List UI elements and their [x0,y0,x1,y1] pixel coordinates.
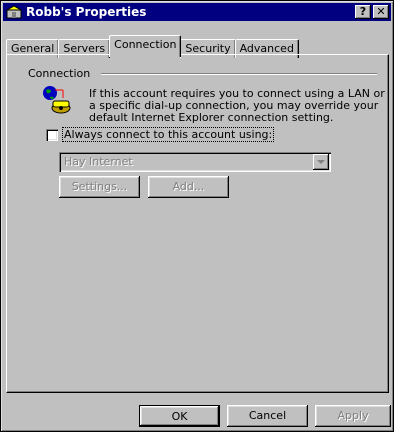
settings-button[interactable]: Settings... [59,176,140,198]
chevron-down-icon[interactable] [313,154,329,170]
tab-connection[interactable]: Connection [109,35,182,57]
add-button[interactable]: Add... [148,176,229,198]
connection-group-label: Connection [28,67,95,80]
mail-account-icon [5,5,23,19]
cancel-button[interactable]: Cancel [227,405,308,427]
connection-description: If this account requires you to connect … [89,87,385,124]
network-globe-icon [41,84,73,116]
tab-strip: General Servers Connection Security Adva… [6,34,299,58]
ok-button[interactable]: OK [139,405,220,427]
apply-button[interactable]: Apply [315,405,391,427]
title-bar[interactable]: Robb's Properties ? ✕ [3,3,391,21]
dialup-connection-select[interactable]: Hay Internet [59,152,331,172]
close-button[interactable]: ✕ [373,5,389,19]
group-divider [101,73,377,75]
help-button[interactable]: ? [355,5,371,19]
properties-window: Robb's Properties ? ✕ General Servers Co… [0,0,394,432]
dialup-connection-value: Hay Internet [64,155,133,168]
always-connect-checkbox[interactable] [46,129,58,141]
window-title: Robb's Properties [26,5,147,19]
always-connect-label[interactable]: Always connect to this account using: [61,127,275,142]
